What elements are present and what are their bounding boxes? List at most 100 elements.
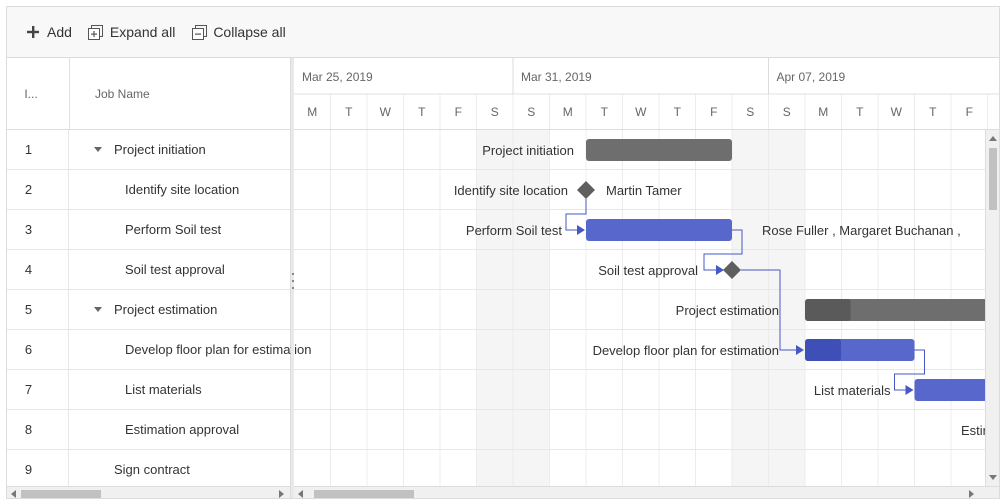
dependency-connector bbox=[565, 199, 587, 231]
day-label: T bbox=[601, 105, 609, 119]
table-row[interactable]: 1 Project initiation bbox=[7, 130, 290, 170]
row-name-text: Project initiation bbox=[114, 142, 206, 157]
column-header-job-name[interactable]: Job Name bbox=[95, 58, 150, 130]
row-name-cell: Project estimation bbox=[70, 290, 312, 329]
summary-bar[interactable] bbox=[586, 139, 732, 161]
progress-bar bbox=[805, 339, 842, 361]
chart-horizontal-scrollbar[interactable] bbox=[294, 486, 999, 498]
table-row[interactable]: 9 Sign contract bbox=[7, 450, 290, 490]
row-name-text: Estimation approval bbox=[125, 422, 240, 437]
task-left-label: Identify site location bbox=[454, 183, 568, 198]
column-header-id[interactable]: I... bbox=[7, 58, 69, 130]
grid-scroll-thumb[interactable] bbox=[21, 490, 101, 498]
task-grid: I... Job Name 1 Project initiation 2 Identi… bbox=[7, 58, 311, 498]
row-name-text: Sign contract bbox=[114, 462, 190, 477]
day-label: T bbox=[418, 105, 426, 119]
expand-all-icon bbox=[88, 24, 104, 40]
chart-scroll-left-arrow-icon[interactable] bbox=[298, 490, 303, 498]
resource-label: Rose Fuller , Margaret Buchanan , bbox=[762, 223, 961, 238]
day-label: T bbox=[856, 105, 864, 119]
add-button[interactable]: Add bbox=[25, 24, 72, 40]
task-left-label: Soil test approval bbox=[598, 263, 698, 278]
table-row[interactable]: 5 Project estimation bbox=[7, 290, 290, 330]
row-id-cell: 5 bbox=[7, 290, 69, 329]
day-label: S bbox=[527, 105, 535, 119]
row-name-text: Develop floor plan for estimation bbox=[125, 342, 312, 357]
chart-scroll-thumb[interactable] bbox=[314, 490, 414, 498]
grid-header: I... Job Name bbox=[7, 58, 290, 130]
row-id-cell: 3 bbox=[7, 210, 69, 249]
toolbar: Add Expand all Collapse all bbox=[7, 7, 999, 58]
scroll-down-arrow-icon[interactable] bbox=[989, 475, 997, 480]
row-name-text: List materials bbox=[125, 382, 202, 397]
task-left-label: Perform Soil test bbox=[466, 223, 562, 238]
day-label: T bbox=[345, 105, 353, 119]
collapse-all-button[interactable]: Collapse all bbox=[191, 24, 286, 40]
table-row[interactable]: 2 Identify site location bbox=[7, 170, 290, 210]
collapse-caret-icon[interactable] bbox=[94, 147, 102, 152]
task-left-label: List materials bbox=[814, 383, 891, 398]
day-label: F bbox=[710, 105, 717, 119]
grid-horizontal-scrollbar[interactable] bbox=[7, 486, 290, 498]
day-label: W bbox=[635, 105, 647, 119]
row-name-text: Soil test approval bbox=[125, 262, 225, 277]
row-name-text: Identify site location bbox=[125, 182, 240, 197]
expand-all-button[interactable]: Expand all bbox=[88, 24, 175, 40]
row-id-cell: 6 bbox=[7, 330, 69, 369]
day-label: S bbox=[746, 105, 754, 119]
row-id-cell: 1 bbox=[7, 130, 69, 169]
row-id-cell: 9 bbox=[7, 450, 69, 489]
collapse-all-icon bbox=[191, 24, 207, 40]
week-label: Mar 25, 2019 bbox=[302, 70, 373, 84]
vertical-scroll-thumb[interactable] bbox=[989, 148, 997, 210]
day-label: W bbox=[380, 105, 392, 119]
day-label: S bbox=[783, 105, 791, 119]
table-row[interactable]: 4 Soil test approval bbox=[7, 250, 290, 290]
gantt-chart-component: Add Expand all Collapse all I... Job Nam… bbox=[6, 6, 1000, 499]
day-label: T bbox=[674, 105, 682, 119]
day-label: F bbox=[455, 105, 462, 119]
chart-pane: Mar 25, 2019 Mar 31, 2019 Apr 07, 2019 M T W T… bbox=[294, 58, 999, 498]
task-left-label: Project estimation bbox=[676, 303, 779, 318]
row-id-cell: 4 bbox=[7, 250, 69, 289]
scroll-left-arrow-icon[interactable] bbox=[11, 490, 16, 498]
dependency-arrow-icon bbox=[716, 265, 724, 275]
scroll-right-arrow-icon[interactable] bbox=[279, 490, 284, 498]
table-row[interactable]: 3 Perform Soil test bbox=[7, 210, 290, 250]
task-left-label: Develop floor plan for estimation bbox=[593, 343, 779, 358]
resource-label: Martin Tamer bbox=[606, 183, 682, 198]
scroll-up-arrow-icon[interactable] bbox=[989, 136, 997, 141]
table-row[interactable]: 8 Estimation approval bbox=[7, 410, 290, 450]
week-label: Apr 07, 2019 bbox=[777, 70, 846, 84]
chart-scroll-right-arrow-icon[interactable] bbox=[969, 490, 974, 498]
task-left-label: Project initiation bbox=[482, 143, 574, 158]
dependency-arrow-icon bbox=[905, 385, 914, 395]
day-label: T bbox=[929, 105, 937, 119]
row-id-cell: 2 bbox=[7, 170, 69, 209]
row-name-cell: Project initiation bbox=[70, 130, 312, 169]
week-label: Mar 31, 2019 bbox=[521, 70, 592, 84]
row-name-text: Project estimation bbox=[114, 302, 218, 317]
table-row[interactable]: 7 List materials bbox=[7, 370, 290, 410]
task-bar[interactable] bbox=[914, 379, 988, 401]
table-row[interactable]: 6 Develop floor plan for estimation bbox=[7, 330, 311, 370]
plus-icon bbox=[25, 24, 41, 40]
collapse-all-label: Collapse all bbox=[213, 24, 286, 40]
day-label: M bbox=[307, 105, 317, 119]
dependency-arrow-icon bbox=[577, 225, 585, 235]
collapse-caret-icon[interactable] bbox=[94, 307, 102, 312]
timeline-svg: Mar 25, 2019 Mar 31, 2019 Apr 07, 2019 M T W T… bbox=[294, 58, 999, 490]
day-label: F bbox=[966, 105, 973, 119]
day-label: S bbox=[491, 105, 499, 119]
task-bar[interactable] bbox=[586, 219, 732, 241]
add-label: Add bbox=[47, 24, 72, 40]
row-name-text: Perform Soil test bbox=[125, 222, 222, 237]
day-label: M bbox=[563, 105, 573, 119]
day-label: W bbox=[891, 105, 903, 119]
day-label: M bbox=[818, 105, 828, 119]
milestone-diamond[interactable] bbox=[577, 181, 595, 199]
row-id-cell: 8 bbox=[7, 410, 69, 449]
chart-vertical-scrollbar[interactable] bbox=[985, 130, 999, 486]
row-id-cell: 7 bbox=[7, 370, 69, 409]
expand-all-label: Expand all bbox=[109, 24, 176, 40]
